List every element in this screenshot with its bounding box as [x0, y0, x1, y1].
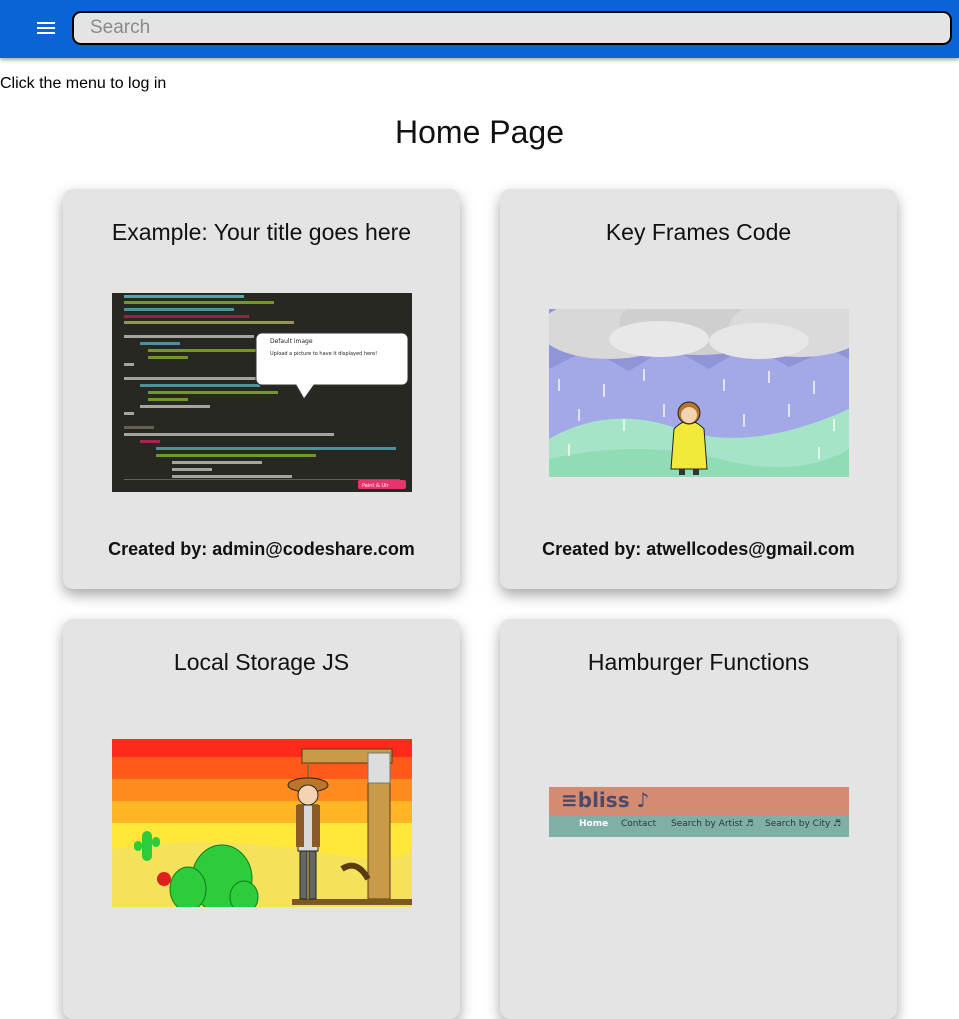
project-card[interactable]: Key Frames Code Created by: atwellcodes@… — [500, 189, 897, 589]
card-title[interactable]: Hamburger Functions — [500, 649, 897, 676]
card-author: Created by: admin@codeshare.com — [108, 539, 415, 559]
bliss-nav-home: Home — [579, 819, 608, 829]
project-card[interactable]: Local Storage JS — [63, 619, 460, 1019]
code-screenshot-thumbnail[interactable]: Default image Upload a picture to have i… — [112, 293, 412, 492]
bliss-logo: ≡bliss ♪ — [561, 788, 649, 812]
bliss-nav-city: Search by City ♬ — [765, 819, 841, 829]
bliss-nav-artist: Search by Artist ♬ — [671, 819, 754, 829]
card-title[interactable]: Local Storage JS — [63, 649, 460, 676]
bliss-nav-thumbnail[interactable]: ≡bliss ♪ Home Contact Search by Artist ♬… — [549, 787, 849, 837]
bubble-title: Default image — [270, 338, 313, 345]
bubble-body: Upload a picture to have it displayed he… — [270, 351, 377, 357]
card-title[interactable]: Key Frames Code — [500, 219, 897, 246]
login-hint: Click the menu to log in — [0, 75, 167, 92]
badge-text: Paint & Ulr — [362, 483, 389, 489]
rain-girl-thumbnail[interactable] — [549, 309, 849, 477]
card-author: Created by: atwellcodes@gmail.com — [542, 539, 855, 559]
project-card[interactable]: Example: Your title goes here Default im… — [63, 189, 460, 589]
top-app-bar — [0, 0, 959, 58]
search-input[interactable] — [72, 11, 952, 45]
bliss-nav-contact: Contact — [621, 819, 656, 829]
project-card[interactable]: Hamburger Functions ≡bliss ♪ Home Contac… — [500, 619, 897, 1019]
desert-cowboy-thumbnail[interactable] — [112, 739, 412, 907]
hamburger-menu-icon[interactable] — [30, 12, 64, 44]
page-title: Home Page — [395, 114, 564, 150]
card-title[interactable]: Example: Your title goes here — [63, 219, 460, 246]
